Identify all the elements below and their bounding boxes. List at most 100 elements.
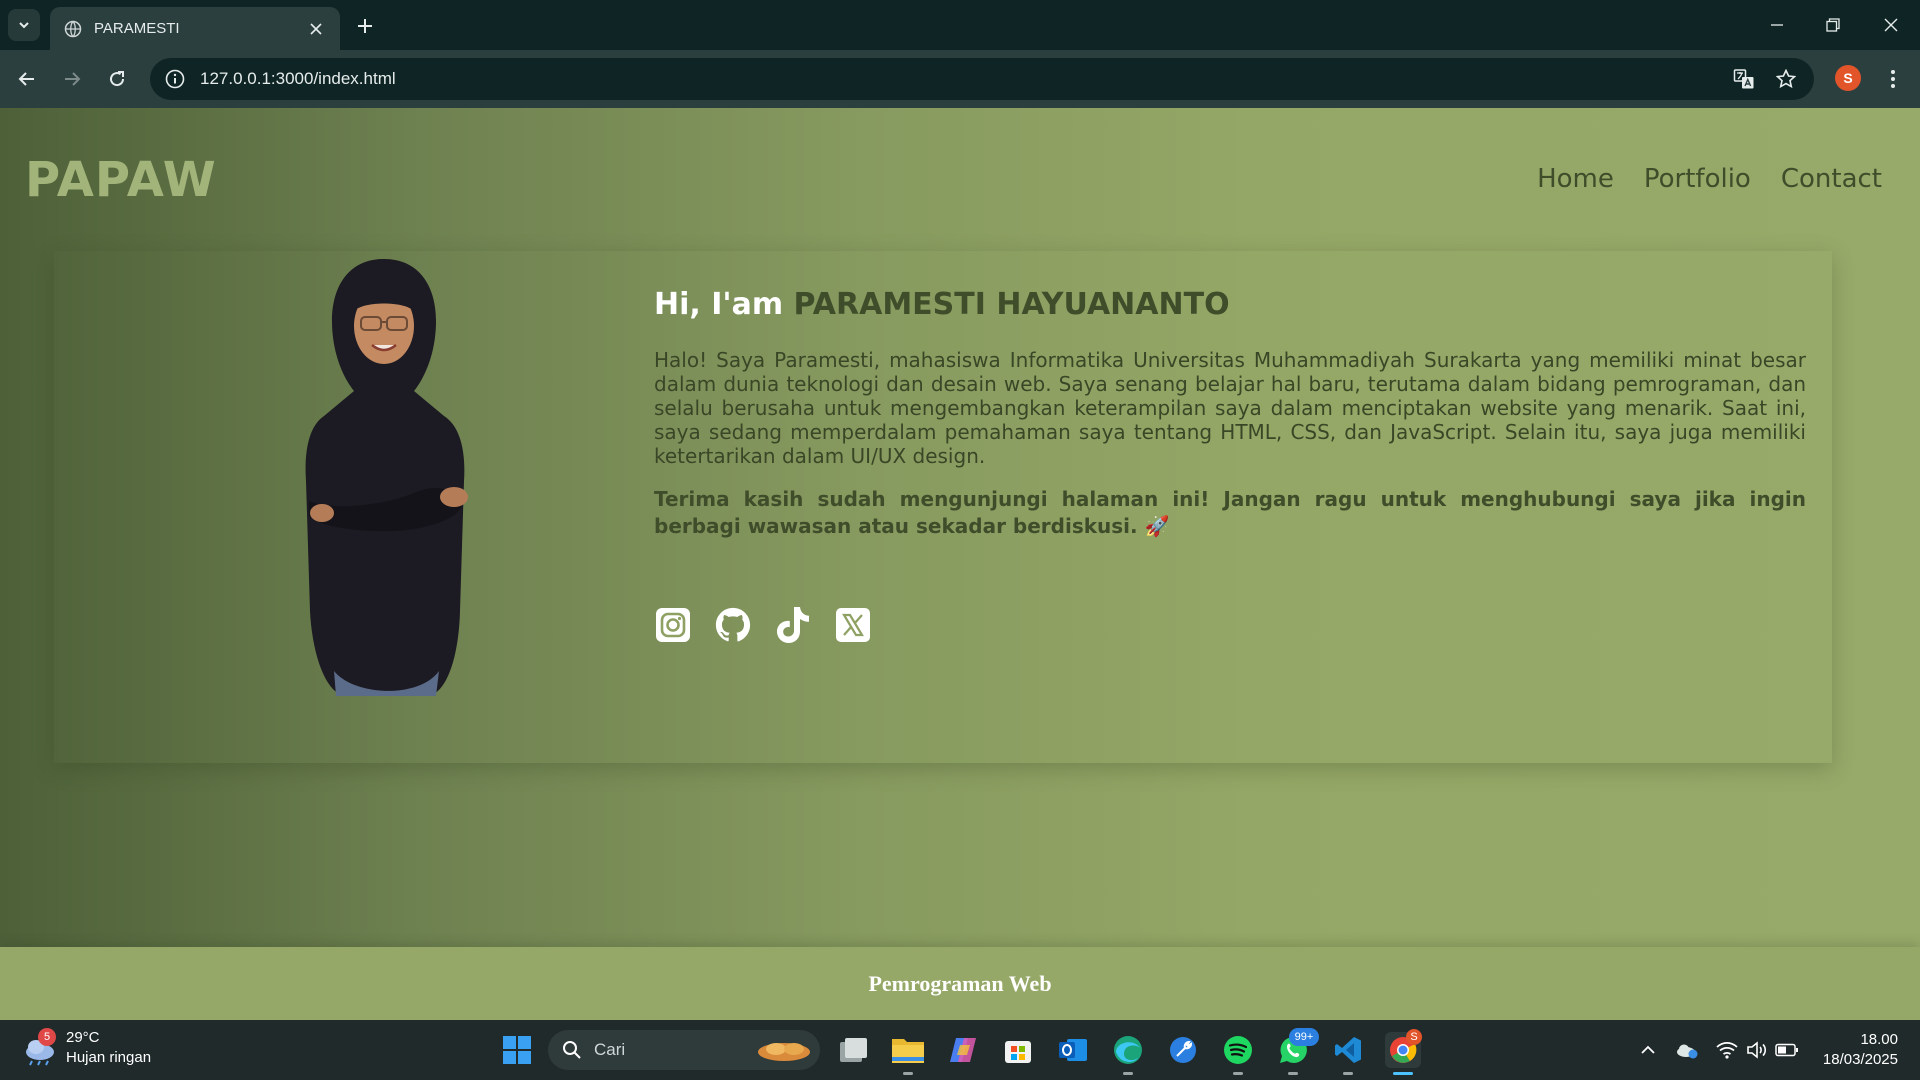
windows-start-icon[interactable] [502,1035,532,1065]
app-running-indicator [1343,1072,1353,1075]
close-icon [1884,18,1898,32]
footer-text: Pemrograman Web [868,970,1052,996]
back-button[interactable] [12,64,42,94]
vscode-icon [1335,1037,1361,1063]
chrome-app[interactable]: S [1385,1029,1422,1075]
site-logo[interactable]: PAPAW [25,152,217,208]
wrench-app-icon [1170,1037,1196,1063]
browser-tabstrip: PARAMESTI [0,0,1920,50]
chevron-up-icon [1641,1045,1655,1054]
tab-title: PARAMESTI [94,20,180,37]
new-tab-button[interactable] [352,13,378,39]
thanks-paragraph: Terima kasih sudah mengunjungi halaman i… [654,487,1806,538]
outlook-app[interactable] [1055,1032,1091,1068]
browser-toolbar: 127.0.0.1:3000/index.html S [0,50,1920,108]
restore-icon [1826,18,1840,32]
info-icon[interactable] [164,68,186,90]
onedrive-icon [1677,1044,1698,1059]
taskbar-search[interactable]: Cari [548,1030,820,1070]
social-links [654,606,1806,644]
search-icon [563,1041,581,1059]
app-active-indicator [1393,1072,1413,1075]
browser-menu-button[interactable] [1880,64,1906,94]
nav-contact-link[interactable]: Contact [1781,164,1882,194]
wifi-icon [1716,1041,1738,1059]
profile-avatar[interactable]: S [1835,65,1861,91]
app-running-indicator [903,1072,913,1075]
folder-icon [892,1039,924,1063]
ms-store-app[interactable] [1000,1032,1036,1068]
spotify-app[interactable] [1220,1032,1256,1075]
profile-photo [305,259,468,696]
tray-overflow-button[interactable] [1636,1038,1660,1062]
name-text: PARAMESTI HAYUANANTO [793,287,1230,322]
intro-heading: Hi, I'am PARAMESTI HAYUANANTO [654,287,1806,322]
search-highlight-icon [758,1043,810,1061]
taskbar: 5 29°C Hujan ringan Cari 99+ S 18.00 18/… [0,1020,1920,1080]
weather-badge: 5 [38,1028,56,1046]
outlook-icon [1059,1039,1087,1061]
site-header: PAPAW Home Portfolio Contact [0,108,1920,248]
battery-tray[interactable] [1775,1038,1799,1062]
tab-search-button[interactable] [8,9,40,41]
reload-button[interactable] [102,64,132,94]
whatsapp-badge: 99+ [1289,1028,1319,1046]
volume-tray[interactable] [1745,1038,1769,1062]
app-running-indicator [1288,1072,1298,1075]
search-placeholder: Cari [594,1040,626,1059]
more-vertical-icon [1891,70,1895,88]
file-explorer-app[interactable] [890,1032,926,1075]
plus-icon [358,19,372,33]
restore-button[interactable] [1818,10,1848,40]
forward-button[interactable] [57,64,87,94]
bio-paragraph: Halo! Saya Paramesti, mahasiswa Informat… [654,348,1806,468]
settings-tool-app[interactable] [1165,1032,1201,1068]
edge-app[interactable] [1110,1032,1146,1075]
copilot-app[interactable] [945,1032,981,1068]
task-view-app[interactable] [836,1032,872,1068]
close-window-button[interactable] [1876,10,1906,40]
edge-icon [1114,1036,1142,1064]
rain-cloud-icon: 5 [20,1028,60,1068]
volume-icon [1747,1041,1767,1059]
hero-card: Hi, I'am PARAMESTI HAYUANANTO Halo! Saya… [54,251,1832,763]
close-tab-icon[interactable] [306,19,326,39]
github-icon[interactable] [714,606,752,644]
reload-icon [110,71,125,87]
site-footer: Pemrograman Web [0,947,1920,1020]
globe-icon [64,20,82,37]
spotify-icon [1224,1036,1252,1064]
url-text[interactable]: 127.0.0.1:3000/index.html [200,69,1716,89]
greeting-text: Hi, I'am [654,287,784,322]
onedrive-tray[interactable] [1675,1038,1699,1062]
copilot-icon [950,1038,976,1062]
system-clock[interactable]: 18.00 18/03/2025 [1823,1030,1898,1070]
nav-portfolio-link[interactable]: Portfolio [1644,164,1751,194]
x-icon[interactable] [834,606,872,644]
task-view-icon [840,1038,867,1062]
translate-icon[interactable] [1730,65,1758,93]
app-running-indicator [1233,1072,1243,1075]
address-bar[interactable]: 127.0.0.1:3000/index.html [150,58,1814,100]
minimize-icon [1771,24,1783,26]
battery-icon [1775,1043,1798,1057]
store-icon [1005,1041,1031,1063]
whatsapp-app[interactable]: 99+ [1275,1028,1319,1075]
wifi-tray[interactable] [1715,1038,1739,1062]
instagram-icon[interactable] [654,606,692,644]
browser-tab[interactable]: PARAMESTI [50,7,340,50]
minimize-button[interactable] [1762,10,1792,40]
clock-date: 18/03/2025 [1822,1051,1898,1068]
weather-desc: Hujan ringan [66,1049,152,1066]
tiktok-icon[interactable] [774,606,812,644]
bookmark-star-icon[interactable] [1772,65,1800,93]
nav-home-link[interactable]: Home [1537,164,1614,194]
vscode-app[interactable] [1330,1032,1366,1075]
weather-widget[interactable]: 5 29°C Hujan ringan [20,1028,151,1068]
intro-section: Hi, I'am PARAMESTI HAYUANANTO Halo! Saya… [654,287,1806,644]
arrow-right-icon [65,72,81,86]
chevron-down-icon [19,22,29,29]
app-running-indicator [1123,1072,1133,1075]
weather-temp: 29°C [66,1029,100,1046]
chrome-profile-badge: S [1406,1029,1422,1045]
